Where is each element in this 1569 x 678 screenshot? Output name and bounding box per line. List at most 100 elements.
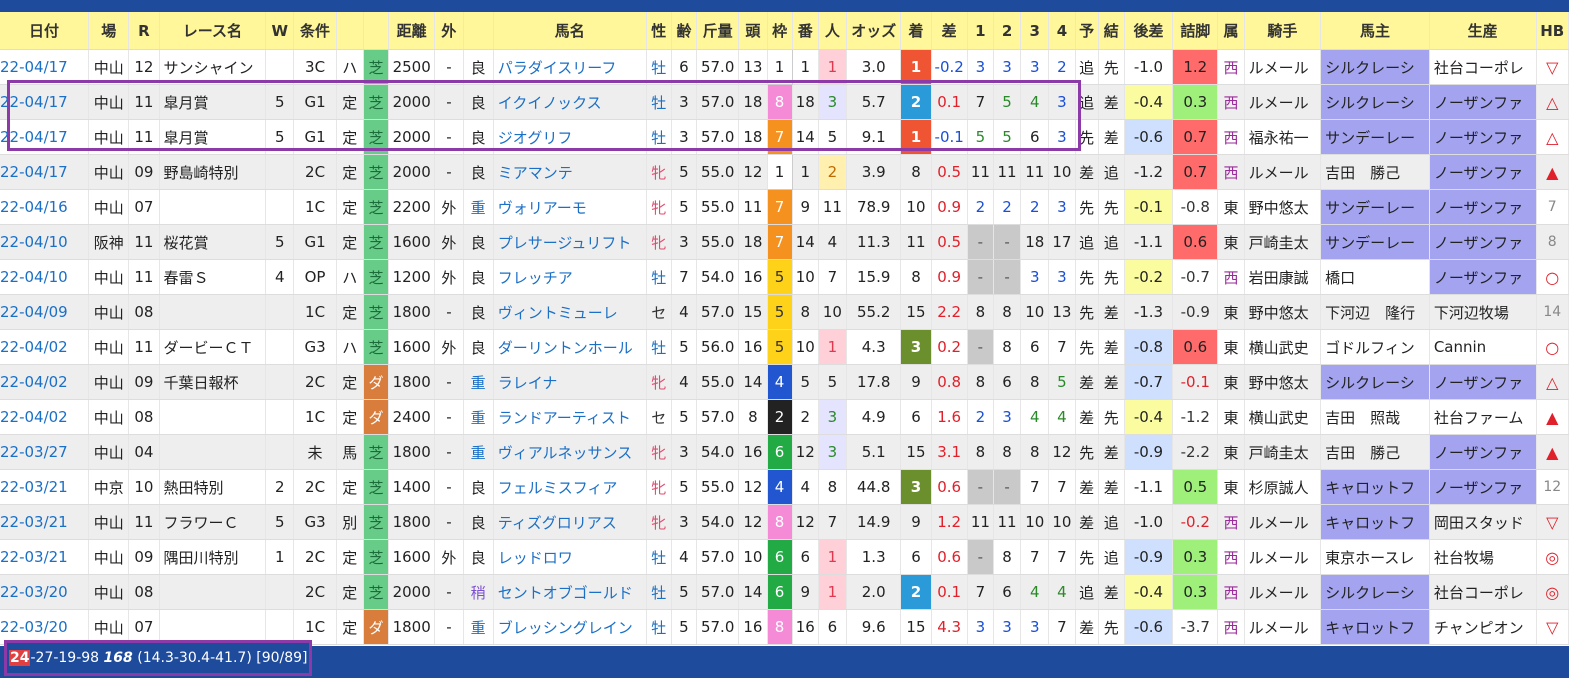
- cell-horse[interactable]: ランドアーティスト: [493, 399, 647, 435]
- table-row[interactable]: 22-03/21 中山 09 隅田川特別 1 2C 定芝 1600 外良レッドロワ牡 4 57.0 1…: [0, 539, 1569, 575]
- column-header[interactable]: 属: [1217, 12, 1245, 50]
- column-header[interactable]: 条件: [293, 12, 337, 50]
- column-header[interactable]: 馬名: [493, 12, 647, 50]
- cell-horse[interactable]: セントオブゴールド: [493, 574, 647, 610]
- column-header[interactable]: W: [265, 12, 295, 50]
- race-results-table-container[interactable]: 日付場 R レース名 W 条件 距離外馬名性齢斤量頭枠番人オッズ着差 1 2 3 4 予結後差 詰脚属…: [0, 12, 1569, 646]
- table-row[interactable]: 22-04/09 中山 08 1C 定芝 1800- 良ヴィントミューレセ 4 57.0 15 5 8…: [0, 294, 1569, 330]
- cell-horse[interactable]: ミアマンテ: [493, 154, 647, 190]
- column-header[interactable]: 3: [1020, 12, 1050, 50]
- column-header[interactable]: 生産: [1429, 12, 1537, 50]
- column-header[interactable]: 番: [792, 12, 819, 50]
- table-row[interactable]: 22-04/17 中山 11 皐月賞 5 G1 定芝 2000- 良イクイノックス牡 3 57.0 1…: [0, 84, 1569, 120]
- column-header[interactable]: 頭: [738, 12, 768, 50]
- cell-horse[interactable]: イクイノックス: [493, 84, 647, 120]
- table-row[interactable]: 22-04/17 中山 11 皐月賞 5 G1 定芝 2000- 良ジオグリフ牡 3 57.0 18 7…: [0, 119, 1569, 155]
- cell-date[interactable]: 22-04/02: [0, 329, 90, 365]
- cell-num: 10: [792, 329, 819, 365]
- table-row[interactable]: 22-04/16 中山 07 1C 定芝 2200 外重ヴォリアーモ牝 5 55.0 11 7 9 11…: [0, 189, 1569, 225]
- cell-date[interactable]: 22-04/16: [0, 189, 90, 225]
- column-header[interactable]: [463, 12, 494, 50]
- column-header[interactable]: HB: [1536, 12, 1569, 50]
- cell-date[interactable]: 22-03/21: [0, 504, 90, 540]
- cell-horse[interactable]: ヴィアルネッサンス: [493, 434, 647, 470]
- cell-gate: 8: [767, 504, 793, 540]
- cell-date[interactable]: 22-03/27: [0, 434, 90, 470]
- cell-kick: -3.7: [1172, 609, 1219, 645]
- column-header[interactable]: 馬主: [1320, 12, 1430, 50]
- table-row[interactable]: 22-04/02 中山 08 1C 定ダ 2400- 重ランドアーティストセ 5 57.0 8 2 2…: [0, 399, 1569, 435]
- table-row[interactable]: 22-03/27 中山 04 未馬芝 1800- 重ヴィアルネッサンス牝 3 54.0 16 6 1…: [0, 434, 1569, 470]
- column-header[interactable]: [336, 12, 364, 50]
- cell-diff: 2.2: [931, 294, 968, 330]
- cell-date[interactable]: 22-04/10: [0, 224, 90, 260]
- cell-horse[interactable]: フレッチア: [493, 259, 647, 295]
- column-header[interactable]: 4: [1048, 12, 1076, 50]
- column-header[interactable]: 予: [1075, 12, 1099, 50]
- cell-cond: 定: [336, 294, 364, 330]
- column-header[interactable]: 騎手: [1244, 12, 1322, 50]
- cell-date[interactable]: 22-03/20: [0, 574, 90, 610]
- table-row[interactable]: 22-04/10 阪神 11 桜花賞 5 G1 定芝 1600 外良プレサージュリフト牝 3 55.…: [0, 224, 1569, 260]
- column-header[interactable]: 斤量: [696, 12, 740, 50]
- cell-date[interactable]: 22-04/17: [0, 154, 90, 190]
- cell-res: 追: [1098, 154, 1125, 190]
- cell-weight: 56.0: [696, 329, 740, 365]
- column-header[interactable]: 距離: [388, 12, 436, 50]
- cell-horse[interactable]: ヴォリアーモ: [493, 189, 647, 225]
- cell-horse[interactable]: ヴィントミューレ: [493, 294, 647, 330]
- column-header[interactable]: 齢: [671, 12, 698, 50]
- table-row[interactable]: 22-03/21 中山 11 フラワーＣ 5 G3 別芝 1800- 良ティズグロリアス牝 3 54…: [0, 504, 1569, 540]
- column-header[interactable]: 差: [931, 12, 968, 50]
- cell-horse[interactable]: ブレッシングレイン: [493, 609, 647, 645]
- cell-horse[interactable]: パラダイスリーフ: [493, 49, 647, 85]
- table-row[interactable]: 22-04/10 中山 11 春雷Ｓ 4 OP ハ芝 1200 外良フレッチア牡 7 54.0 16 5…: [0, 259, 1569, 295]
- table-row[interactable]: 22-04/02 中山 09 千葉日報杯 2C 定ダ 1800- 重ラレイナ牝 4 55.0 14 4…: [0, 364, 1569, 400]
- cell-horse[interactable]: ジオグリフ: [493, 119, 647, 155]
- column-header[interactable]: R: [128, 12, 160, 50]
- cell-gate: 7: [767, 119, 793, 155]
- cell-date[interactable]: 22-04/02: [0, 364, 90, 400]
- column-header[interactable]: レース名: [159, 12, 267, 50]
- column-header[interactable]: 結: [1098, 12, 1125, 50]
- column-header[interactable]: 2: [993, 12, 1022, 50]
- cell-horse[interactable]: ラレイナ: [493, 364, 647, 400]
- column-header[interactable]: 日付: [0, 12, 90, 50]
- column-header[interactable]: 外: [434, 12, 464, 50]
- column-header[interactable]: 1: [967, 12, 994, 50]
- column-header[interactable]: 着: [900, 12, 932, 50]
- cell-date[interactable]: 22-04/10: [0, 259, 90, 295]
- cell-date[interactable]: 22-03/21: [0, 539, 90, 575]
- table-row[interactable]: 22-03/20 中山 08 2C 定芝 2000- 稍セントオブゴールド牡 5 57.0 14 6…: [0, 574, 1569, 610]
- column-header[interactable]: 性: [646, 12, 672, 50]
- cell-date[interactable]: 22-04/17: [0, 119, 90, 155]
- cell-horse[interactable]: ダーリントンホール: [493, 329, 647, 365]
- table-row[interactable]: 22-04/02 中山 11 ダービーＣＴ G3 ハ芝 1600 外良ダーリントンホール牡 5 5…: [0, 329, 1569, 365]
- cell-grade: 3C: [293, 49, 337, 85]
- cell-late: -1.1: [1124, 469, 1174, 505]
- column-header[interactable]: 枠: [767, 12, 793, 50]
- cell-horse[interactable]: ティズグロリアス: [493, 504, 647, 540]
- cell-breeder: ノーザンファ: [1429, 84, 1537, 120]
- cell-date[interactable]: 22-03/21: [0, 469, 90, 505]
- column-header[interactable]: [363, 12, 390, 50]
- column-header[interactable]: 後差: [1124, 12, 1174, 50]
- column-header[interactable]: オッズ: [846, 12, 902, 50]
- cell-pred: 先: [1075, 539, 1099, 575]
- cell-date[interactable]: 22-04/17: [0, 84, 90, 120]
- cell-date[interactable]: 22-04/09: [0, 294, 90, 330]
- cell-horse[interactable]: プレサージュリフト: [493, 224, 647, 260]
- cell-weight: 57.0: [696, 574, 740, 610]
- table-row[interactable]: 22-03/21 中京 10 熱田特別 2 2C 定芝 1400- 良フェルミスフィア牝 5 55.…: [0, 469, 1569, 505]
- cell-date[interactable]: 22-04/17: [0, 49, 90, 85]
- table-row[interactable]: 22-04/17 中山 12 サンシャイン 3C ハ芝 2500- 良パラダイスリーフ牡 6 57…: [0, 49, 1569, 85]
- table-row[interactable]: 22-04/17 中山 09 野島崎特別 2C 定芝 2000- 良ミアマンテ牝 5 55.0 12…: [0, 154, 1569, 190]
- cell-horse[interactable]: レッドロワ: [493, 539, 647, 575]
- column-header[interactable]: 詰脚: [1172, 12, 1219, 50]
- cell-belong: 東: [1217, 224, 1245, 260]
- cell-date[interactable]: 22-04/02: [0, 399, 90, 435]
- column-header[interactable]: 場: [88, 12, 130, 50]
- column-header[interactable]: 人: [818, 12, 848, 50]
- cell-horse[interactable]: フェルミスフィア: [493, 469, 647, 505]
- cell-hb: ▲: [1536, 154, 1569, 190]
